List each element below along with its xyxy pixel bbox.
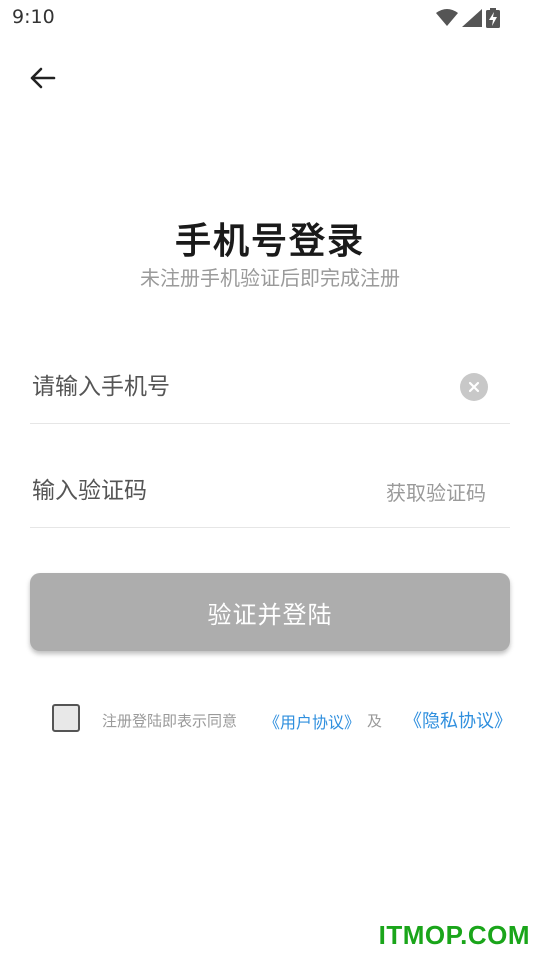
phone-input[interactable] [30,350,412,423]
agreement-row: 注册登陆即表示同意 《用户协议》 及 《隐私协议》 [52,704,522,734]
privacy-agreement-link[interactable]: 《隐私协议》 [404,707,512,733]
cell-signal-icon [462,9,482,27]
agreement-text: 注册登陆即表示同意 [102,712,238,730]
user-agreement-link[interactable]: 《用户协议》 [264,709,360,733]
page-subtitle: 未注册手机验证后即完成注册 [140,266,400,290]
clear-icon [468,381,480,393]
get-code-button[interactable]: 获取验证码 [386,477,486,506]
agreement-and-text: 及 [367,712,383,730]
watermark: ITMOP.COM [378,920,530,950]
status-bar: 9:10 [0,0,540,36]
phone-field [30,350,510,424]
clear-phone-button[interactable] [460,373,488,401]
back-button[interactable] [22,58,62,98]
battery-charging-icon [486,8,500,28]
submit-login-button[interactable]: 验证并登陆 [30,573,510,651]
status-time: 9:10 [12,6,55,28]
arrow-left-icon [30,67,56,89]
agreement-checkbox[interactable] [52,704,80,732]
code-field: 获取验证码 [30,455,510,528]
page-title: 手机号登录 [174,221,365,262]
code-input[interactable] [30,455,412,527]
status-icons [436,7,500,29]
wifi-icon [436,9,458,26]
